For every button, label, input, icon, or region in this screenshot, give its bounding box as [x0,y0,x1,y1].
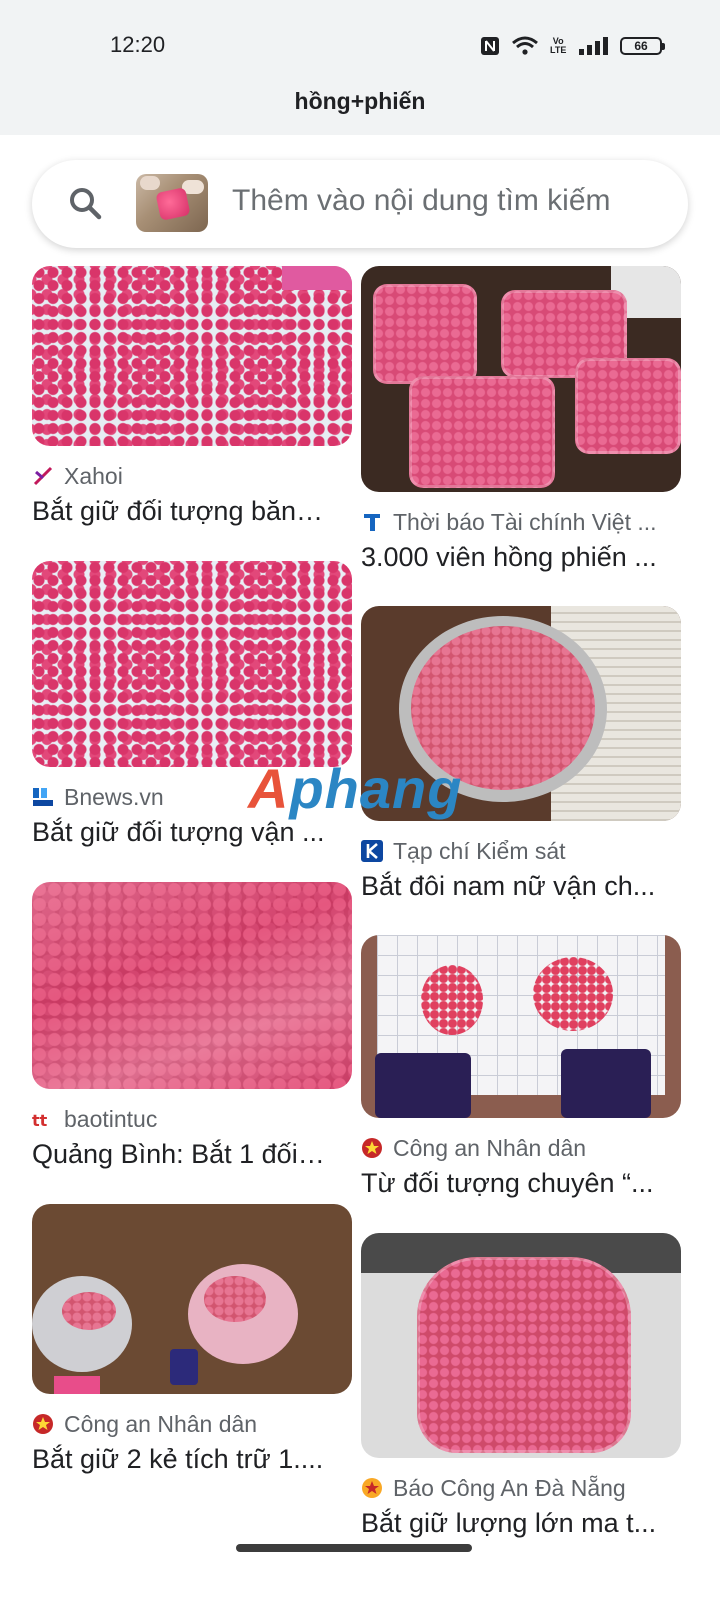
cand-emblem-icon [361,1137,383,1159]
result-image[interactable] [32,1204,352,1394]
battery-icon: 66 [620,37,665,55]
result-title[interactable]: Quảng Bình: Bắt 1 đối t... [32,1139,332,1170]
result-title[interactable]: Bắt đôi nam nữ vận ch... [361,871,661,902]
thoibao-logo-icon [361,511,383,533]
svg-text:tt: tt [32,1111,48,1130]
nfc-icon [480,36,500,56]
status-time: 12:20 [110,32,166,57]
result-title[interactable]: Bắt giữ lượng lớn ma t... [361,1508,661,1539]
result-source: Tạp chí Kiểm sát [361,835,681,867]
result-source: tt baotintuc [32,1103,352,1135]
result-source: Công an Nhân dân [32,1408,352,1440]
result-source: Thời báo Tài chính Việt ... [361,506,681,538]
home-indicator[interactable] [236,1544,472,1552]
watermark-logo: Aphang [248,757,463,820]
result-title[interactable]: Bắt giữ đối tượng băng... [32,496,332,527]
result-title[interactable]: Bắt giữ 2 kẻ tích trữ 1.... [32,1444,332,1475]
search-icon[interactable] [68,186,104,222]
status-icons: Vo LTE 66 [480,32,665,60]
result-source-name: Xahoi [64,462,123,489]
result-card[interactable]: Thời báo Tài chính Việt ... 3.000 viên h… [361,266,681,573]
result-title[interactable]: Bắt giữ đối tượng vận ... [32,817,332,848]
result-source: Xahoi [32,460,352,492]
top-header-area: 12:20 Vo LTE 66 hồng+phiến [0,0,720,135]
wifi-icon [512,36,538,56]
status-bar: 12:20 Vo LTE 66 [0,24,720,68]
ca-danang-logo-icon [361,1477,383,1499]
result-source-name: Tạp chí Kiểm sát [393,837,566,864]
result-image[interactable] [32,266,352,446]
signal-icon [578,36,608,56]
result-title[interactable]: Từ đối tượng chuyên “... [361,1168,661,1199]
result-title[interactable]: 3.000 viên hồng phiến ... [361,542,661,573]
xahoi-logo-icon [32,465,54,487]
result-image[interactable] [32,882,352,1089]
search-bar[interactable]: Thêm vào nội dung tìm kiếm [32,160,688,248]
search-query-title: hồng+phiến [294,88,426,114]
result-card[interactable]: Xahoi Bắt giữ đối tượng băng... [32,266,352,527]
result-card[interactable]: Công an Nhân dân Bắt giữ 2 kẻ tích trữ 1… [32,1204,352,1475]
result-image[interactable] [32,561,352,767]
search-input[interactable]: Thêm vào nội dung tìm kiếm [232,184,611,218]
result-source-name: baotintuc [64,1105,158,1132]
result-source-name: Công an Nhân dân [393,1134,587,1161]
result-source-name: Thời báo Tài chính Việt ... [393,508,657,535]
search-image-thumbnail[interactable] [136,174,208,232]
result-image[interactable] [361,266,681,492]
result-card[interactable]: tt baotintuc Quảng Bình: Bắt 1 đối t... [32,882,352,1170]
result-image[interactable] [361,935,681,1118]
volte-icon: Vo LTE [550,36,567,55]
result-card[interactable]: Tạp chí Kiểm sát Bắt đôi nam nữ vận ch..… [361,606,681,902]
result-source: Công an Nhân dân [361,1132,681,1164]
result-source: Báo Công An Đà Nẵng [361,1472,681,1504]
result-card[interactable]: Báo Công An Đà Nẵng Bắt giữ lượng lớn ma… [361,1233,681,1539]
result-source-name: Báo Công An Đà Nẵng [393,1474,626,1501]
bnews-logo-icon [32,786,54,808]
result-source-name: Công an Nhân dân [64,1410,258,1437]
cand-emblem-icon [32,1413,54,1435]
kiemsat-logo-icon [361,840,383,862]
baotintuc-logo-icon: tt [32,1108,54,1130]
result-image[interactable] [361,1233,681,1458]
result-card[interactable]: Công an Nhân dân Từ đối tượng chuyên “..… [361,935,681,1199]
